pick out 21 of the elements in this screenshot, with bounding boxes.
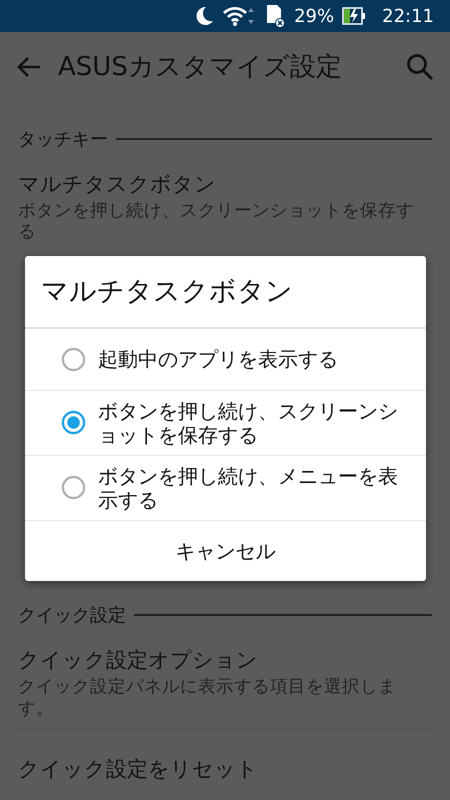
sd-card-icon [264,4,286,28]
battery-charging-icon [342,7,366,25]
setting-summary: ボタンを押し続け、スクリーンショットを保存する [18,200,415,244]
clock: 22:11 [382,4,434,28]
wifi-icon [222,5,256,27]
radio-button[interactable] [61,475,86,500]
toolbar-title: ASUSカスタマイズ設定 [58,50,343,84]
battery-percent: 29% [294,4,334,28]
option-label[interactable]: 起動中のアプリを表示する [98,347,338,371]
radio-button[interactable] [61,346,86,372]
cancel-button[interactable]: キャンセル [25,520,426,580]
back-arrow-icon[interactable] [16,56,42,78]
dialog-title: マルチタスクボタン [25,256,426,328]
option-label[interactable]: ボタンを押し続け、スクリーンショットを保存する [98,398,410,446]
search-icon[interactable] [406,53,434,81]
option-label[interactable]: ボタンを押し続け、メニューを表示する [98,464,410,512]
setting-summary: クイック設定パネルに表示する項目を選択します。 [18,676,397,720]
radio-button[interactable] [61,410,86,435]
section-header: タッチキー [18,128,108,152]
moon-icon [194,6,214,26]
section-header: クイック設定 [18,604,126,628]
